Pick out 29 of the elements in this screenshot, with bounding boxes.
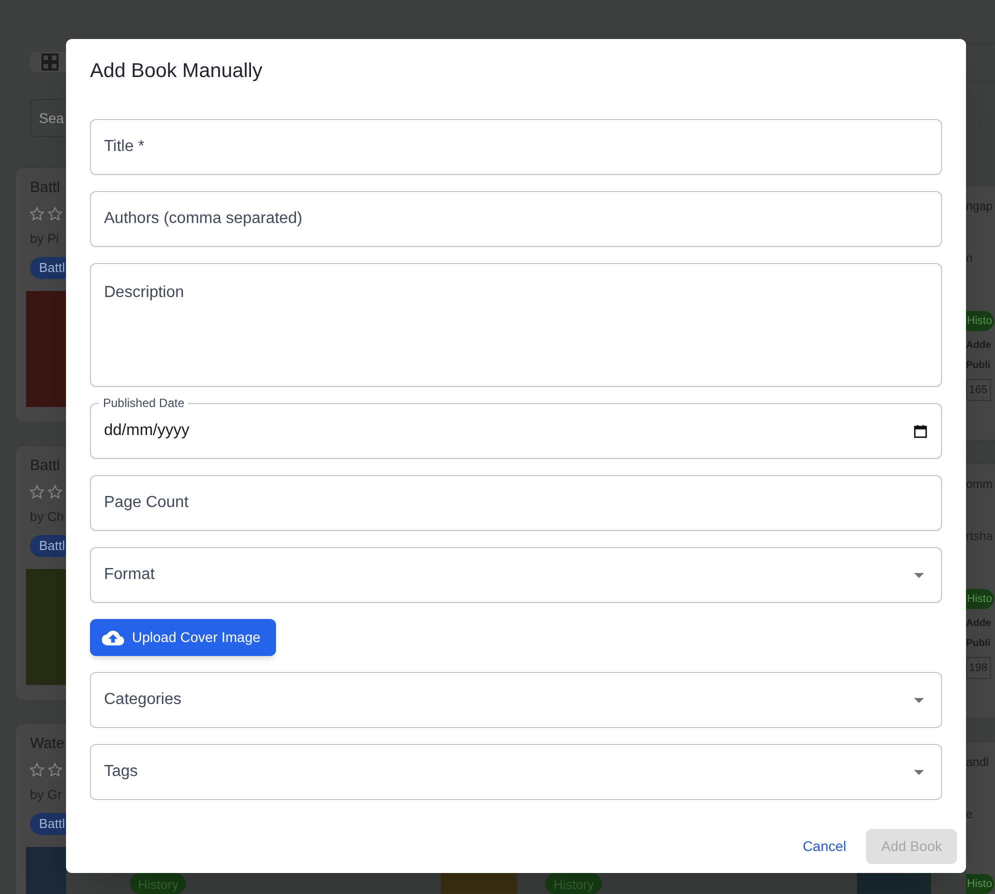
category-badge: Battl	[30, 813, 66, 835]
star-icon	[29, 762, 45, 778]
grid-icon	[40, 52, 60, 72]
field-label: Published Date	[99, 396, 188, 410]
star-icon	[47, 484, 63, 500]
description-field[interactable]: Description	[90, 263, 942, 387]
select-field[interactable]: Tags	[90, 744, 942, 800]
text-field[interactable]: Authors (comma separated)	[90, 191, 942, 247]
search-field[interactable]: Sea	[30, 99, 66, 137]
genre-badge: Histo	[966, 874, 994, 894]
star-icon	[29, 206, 45, 222]
caret-icon	[914, 770, 924, 774]
upload-cover-button[interactable]: Upload Cover Image	[90, 619, 276, 656]
category-badge: Battl	[30, 535, 66, 557]
select-field[interactable]: Categories	[90, 672, 942, 728]
caret-icon	[914, 572, 924, 578]
cancel-button[interactable]: Cancel	[790, 829, 858, 864]
star-icon	[47, 206, 63, 222]
category-badge: Battl	[30, 257, 66, 279]
genre-badge: Histo	[966, 589, 994, 609]
calendar-icon	[912, 422, 929, 440]
select-field[interactable]: Format	[90, 547, 942, 603]
text-field[interactable]: Title *	[90, 119, 942, 175]
text-field[interactable]: Page Count	[90, 475, 942, 531]
caret-icon	[914, 698, 924, 702]
genre-badge: Histo	[966, 311, 994, 331]
star-icon	[29, 484, 45, 500]
dialog-title: Add Book Manually	[89, 59, 264, 84]
star-icon	[47, 762, 63, 778]
